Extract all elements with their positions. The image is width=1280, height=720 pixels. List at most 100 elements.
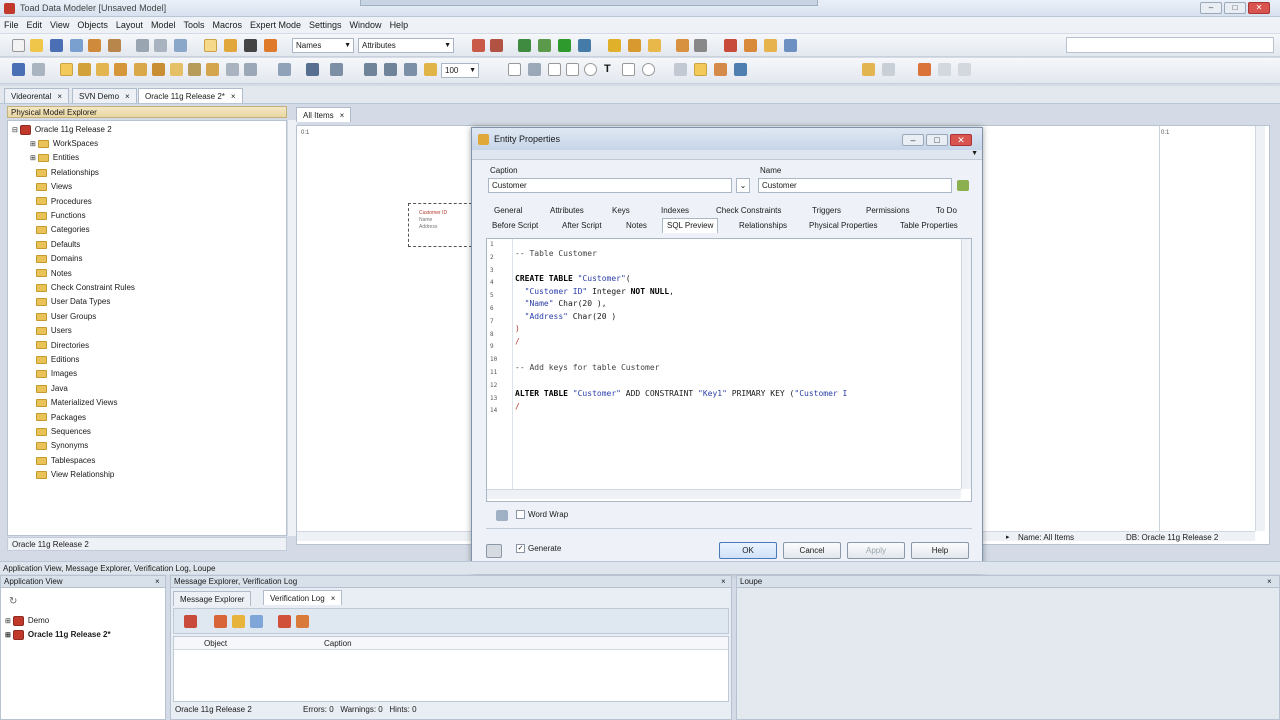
tab-keys[interactable]: Keys xyxy=(612,204,630,218)
undo-model-icon[interactable] xyxy=(88,39,101,52)
view-tool-icon[interactable] xyxy=(170,63,183,76)
check-icon[interactable] xyxy=(518,39,531,52)
tree-folder-functions[interactable]: Functions xyxy=(30,209,86,223)
hand-icon[interactable] xyxy=(224,39,237,52)
select-icon[interactable] xyxy=(204,39,217,52)
new-icon[interactable] xyxy=(12,39,25,52)
menu-objects[interactable]: Objects xyxy=(77,20,108,30)
menu-help[interactable]: Help xyxy=(390,20,409,30)
tab-to-do[interactable]: To Do xyxy=(936,204,957,218)
loupe-close-icon[interactable]: × xyxy=(1267,577,1272,586)
tree-folder-directories[interactable]: Directories xyxy=(30,339,89,353)
editor-h-scrollbar[interactable] xyxy=(487,489,961,499)
note-tool-icon[interactable] xyxy=(206,63,219,76)
name-sync-icon[interactable] xyxy=(957,180,969,191)
tab-notes[interactable]: Notes xyxy=(626,219,647,233)
tab-table-properties[interactable]: Table Properties xyxy=(900,219,958,233)
preview-icon[interactable] xyxy=(154,39,167,52)
dialog-collapse-strip[interactable]: ▼ xyxy=(472,150,982,160)
column-object[interactable]: Object xyxy=(204,639,227,648)
name-input[interactable]: Customer xyxy=(758,178,952,193)
tree-folder-relationships[interactable]: Relationships xyxy=(30,166,99,180)
report-icon[interactable] xyxy=(648,39,661,52)
attributes-combo[interactable]: Attributes ▼ xyxy=(358,38,454,53)
tab-triggers[interactable]: Triggers xyxy=(812,204,841,218)
circle-icon[interactable] xyxy=(642,63,655,76)
zoom-in-icon[interactable] xyxy=(364,63,377,76)
dialog-minimize-button[interactable]: – xyxy=(902,134,924,146)
tab-relationships[interactable]: Relationships xyxy=(739,219,787,233)
cancel-button[interactable]: Cancel xyxy=(783,542,841,559)
zoom-fit-icon[interactable] xyxy=(404,63,417,76)
tab-indexes[interactable]: Indexes xyxy=(661,204,689,218)
tree-folder-categories[interactable]: Categories xyxy=(30,223,90,237)
column-caption[interactable]: Caption xyxy=(324,639,352,648)
sql-preview-editor[interactable]: 1 2 3 4 5 6 7 8 9 10 11 12 13 14 -- Table Customer CR… xyxy=(486,238,972,502)
menu-settings[interactable]: Settings xyxy=(309,20,342,30)
identifying-relation-icon[interactable] xyxy=(114,63,127,76)
tree-folder-check-constraint-rules[interactable]: Check Constraint Rules xyxy=(30,281,135,295)
wand-icon[interactable] xyxy=(108,39,121,52)
canvas-nav-arrow-icon[interactable]: ▸ xyxy=(1006,533,1010,541)
entity-customer[interactable]: Customer ID Name Address xyxy=(408,203,472,247)
save-icon[interactable] xyxy=(50,39,63,52)
minimize-button[interactable]: – xyxy=(1200,2,1222,14)
close-button[interactable]: ✕ xyxy=(1248,2,1270,14)
ellipse-icon[interactable] xyxy=(584,63,597,76)
export-icon[interactable] xyxy=(174,39,187,52)
tree-root[interactable]: ⊟ Oracle 11g Release 2 xyxy=(12,123,112,137)
relation-tool-icon[interactable] xyxy=(96,63,109,76)
canvas-v-scrollbar[interactable] xyxy=(1255,126,1265,531)
sql-icon[interactable] xyxy=(578,39,591,52)
table-shape-icon[interactable] xyxy=(548,63,561,76)
tree-folder-defaults[interactable]: Defaults xyxy=(30,238,80,252)
apply-button[interactable]: Apply xyxy=(847,542,905,559)
menu-model[interactable]: Model xyxy=(151,20,176,30)
tab-check-constraints[interactable]: Check Constraints xyxy=(716,204,781,218)
pin-icon[interactable] xyxy=(958,63,971,76)
inheritance-icon[interactable] xyxy=(152,63,165,76)
doc-tab-svn-demo[interactable]: SVN Demo × xyxy=(72,88,137,103)
find-icon[interactable] xyxy=(496,510,508,521)
open-icon[interactable] xyxy=(30,39,43,52)
run-verify-icon[interactable] xyxy=(184,615,197,628)
tree-folder-user-groups[interactable]: User Groups xyxy=(30,310,96,324)
tab-sql-preview[interactable]: SQL Preview xyxy=(662,218,719,233)
zoom-out-icon[interactable] xyxy=(384,63,397,76)
hints-filter-icon[interactable] xyxy=(250,615,263,628)
tree-folder-packages[interactable]: Packages xyxy=(30,411,86,425)
menu-expert-mode[interactable]: Expert Mode xyxy=(250,20,301,30)
tree-folder-domains[interactable]: Domains xyxy=(30,252,82,266)
caption-input[interactable]: Customer xyxy=(488,178,732,193)
canvas-tab-all-items[interactable]: All Items × xyxy=(296,107,352,122)
redo-icon[interactable] xyxy=(32,63,45,76)
arrow-icon[interactable] xyxy=(70,39,83,52)
lock-icon[interactable] xyxy=(674,63,687,76)
rectangle-icon[interactable] xyxy=(566,63,579,76)
tree-folder-synonyms[interactable]: Synonyms xyxy=(30,439,88,453)
line-icon[interactable] xyxy=(528,63,541,76)
message-explorer-close-icon[interactable]: × xyxy=(721,577,726,586)
script-icon[interactable] xyxy=(694,39,707,52)
word-wrap-checkbox[interactable]: Word Wrap xyxy=(516,510,568,520)
app-tree-oracle[interactable]: ⊞ Oracle 11g Release 2* xyxy=(5,628,111,642)
tree-folder-view-relationship[interactable]: View Relationship xyxy=(30,468,114,482)
menu-window[interactable]: Window xyxy=(350,20,382,30)
menu-macros[interactable]: Macros xyxy=(212,20,242,30)
help-button[interactable]: Help xyxy=(911,542,969,559)
zoom-area-icon[interactable] xyxy=(424,63,437,76)
refresh-icon[interactable]: ↻ xyxy=(9,596,17,607)
menu-edit[interactable]: Edit xyxy=(27,20,43,30)
image-shape-icon[interactable] xyxy=(622,63,635,76)
filter-icon[interactable] xyxy=(938,63,951,76)
tree-folder-users[interactable]: Users xyxy=(30,324,72,338)
entity-tool-icon[interactable] xyxy=(78,63,91,76)
tree-folder-java[interactable]: Java xyxy=(30,382,68,396)
brush-icon[interactable] xyxy=(714,63,727,76)
ok-button[interactable]: OK xyxy=(719,542,777,559)
tab-before-script[interactable]: Before Script xyxy=(492,219,538,233)
convert-icon[interactable] xyxy=(724,39,737,52)
app-tree-demo[interactable]: ⊞ Demo xyxy=(5,614,49,628)
menu-layout[interactable]: Layout xyxy=(116,20,143,30)
dialog-options-icon[interactable] xyxy=(486,544,502,558)
